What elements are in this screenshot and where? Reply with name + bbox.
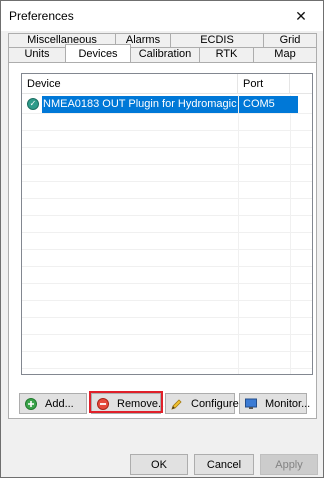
tab-label: ECDIS [200,34,234,46]
grid-line [22,198,312,199]
add-label: Add... [45,397,74,410]
close-button[interactable]: ✕ [279,1,323,31]
device-row[interactable]: ✓ NMEA0183 OUT Plugin for Hydromagic COM… [22,96,312,113]
tab-rtk[interactable]: RTK [199,47,254,62]
grid-line [22,249,312,250]
tab-label: Alarms [125,34,161,46]
grid-line [22,164,312,165]
tab-label: Devices [78,48,118,60]
tab-calibration[interactable]: Calibration [130,47,200,62]
tab-label: Units [24,48,50,60]
cancel-button[interactable]: Cancel [194,454,254,475]
configure-button[interactable]: Configure... [165,393,248,414]
column-header-port[interactable]: Port [238,74,290,94]
apply-button: Apply [260,454,318,475]
grid-line [22,283,312,284]
monitor-icon [245,398,257,410]
pencil-icon [171,398,183,410]
tab-grid[interactable]: Grid [263,33,317,48]
grid-line [22,300,312,301]
grid-line [290,95,291,374]
device-plugin-icon: ✓ [27,98,39,110]
grid-line [22,334,312,335]
remove-label: Remove... [117,397,168,410]
grid-line [22,113,312,114]
tab-units[interactable]: Units [8,47,66,62]
tab-ecdis[interactable]: ECDIS [170,33,264,48]
device-port-cell: COM5 [239,96,298,113]
grid-line [22,266,312,267]
tab-devices[interactable]: Devices [65,44,131,62]
grid-line [22,368,312,369]
monitor-label: Monitor... [265,397,311,410]
tab-label: RTK [215,48,238,60]
tab-label: Calibration [138,48,192,60]
add-icon [25,397,37,410]
add-button[interactable]: Add... [19,393,87,414]
monitor-button[interactable]: Monitor... [239,393,311,414]
tab-map[interactable]: Map [253,47,317,62]
window-title: Preferences [9,9,74,23]
devices-tab-panel: Device Port ✓ NMEA0183 OUT Plugin for Hy… [8,62,317,419]
tab-label: Grid [279,34,301,46]
grid-line [22,130,312,131]
remove-button[interactable]: Remove... [91,393,167,414]
devices-list[interactable]: Device Port ✓ NMEA0183 OUT Plugin for Hy… [21,73,313,375]
grid-line [22,215,312,216]
grid-line [22,232,312,233]
grid-line [22,351,312,352]
list-header: Device Port [22,74,312,94]
apply-label: Apply [275,458,303,471]
grid-line [22,181,312,182]
remove-icon [97,397,109,410]
grid-line [22,147,312,148]
title-bar: Preferences ✕ [1,1,323,31]
grid-line [22,317,312,318]
cancel-label: Cancel [206,458,242,471]
tab-label: Map [274,48,296,60]
ok-label: OK [151,458,167,471]
ok-button[interactable]: OK [130,454,188,475]
column-header-device[interactable]: Device [22,74,238,94]
device-name-cell: NMEA0183 OUT Plugin for Hydromagic [42,96,238,113]
grid-line [238,95,239,374]
preferences-window: Preferences ✕ Miscellaneous Alarms ECDIS… [0,0,324,478]
